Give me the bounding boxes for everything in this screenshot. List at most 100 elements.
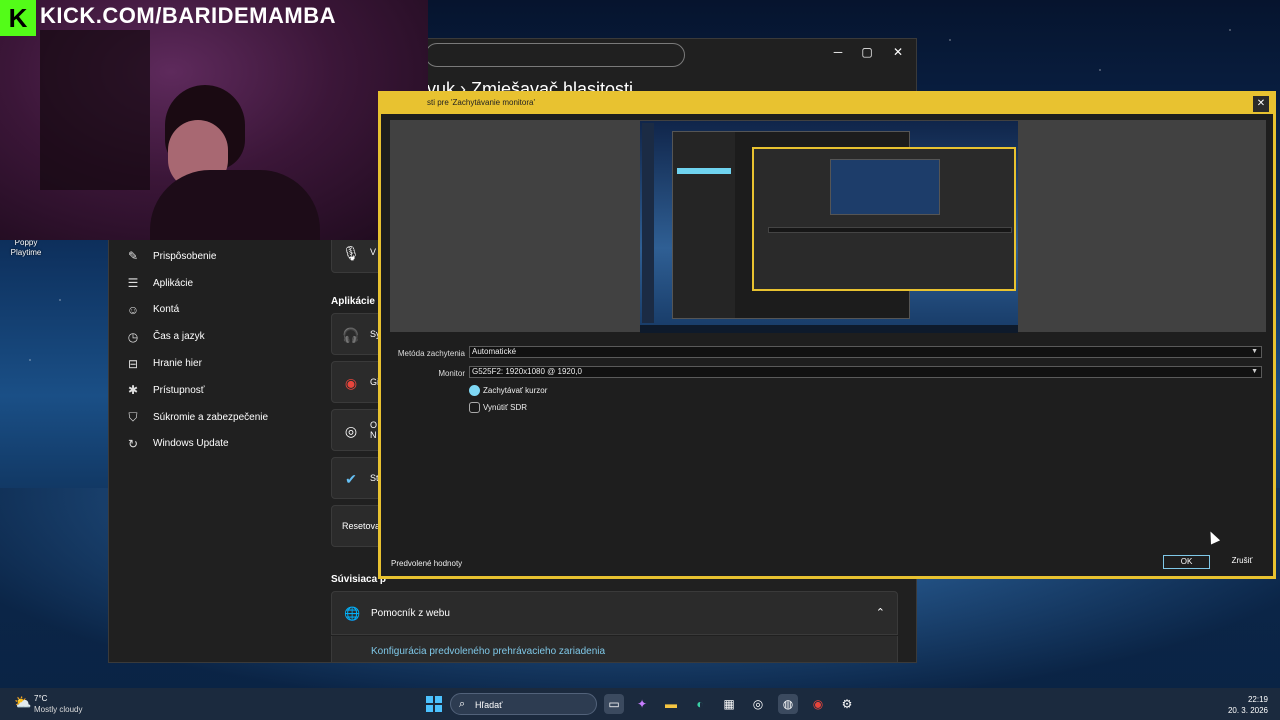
monitor-select[interactable]: G525F2: 1920x1080 @ 1920,0 ▼ <box>469 366 1262 378</box>
dialog-title-bar: sti pre 'Zachytávanie monitora' ✕ <box>381 94 1273 114</box>
globe-icon: 🌐 <box>344 606 361 621</box>
headphones-icon: 🎧 <box>342 327 360 343</box>
reset-card[interactable]: Resetova <box>331 505 383 547</box>
system-clock[interactable]: 22:19 20. 3. 2026 <box>1228 694 1268 716</box>
weather-temperature: 7°C <box>34 694 48 703</box>
kick-logo: K <box>0 0 36 36</box>
cancel-button[interactable]: Zrušiť <box>1227 555 1257 569</box>
webcam-overlay: K KICK.COM/BARIDEMAMBA <box>0 0 428 240</box>
weather-description: Mostly cloudy <box>34 705 83 714</box>
nav-label: Súkromie a zabezpečenie <box>153 411 269 423</box>
microphone-icon: 🎙 <box>342 245 360 261</box>
defaults-button[interactable]: Predvolené hodnoty <box>391 559 462 568</box>
clock-date: 20. 3. 2026 <box>1227 706 1268 715</box>
active-app-icon[interactable]: ◍ <box>778 694 798 714</box>
nav-label: Aplikácie <box>153 277 194 289</box>
nav-item-gaming[interactable]: ⊟ Hranie hier <box>125 350 325 377</box>
nav-item-time-language[interactable]: ◷ Čas a jazyk <box>125 323 325 350</box>
input-card-text: V <box>370 247 377 257</box>
obs-icon: ◎ <box>344 423 358 439</box>
settings-nav: ✎ Prispôsobenie ☰ Aplikácie ☺ Kontá ◷ Čas a … <box>125 243 325 457</box>
weather-icon[interactable]: ⛅ <box>14 693 32 711</box>
chevron-up-icon: ⌃ <box>875 607 885 619</box>
person-icon: ☺ <box>126 302 140 317</box>
monitor-value: G525F2: 1920x1080 @ 1920,0 <box>472 367 582 376</box>
checkbox-checked-icon <box>469 385 480 396</box>
preview-nested-capture <box>830 159 940 215</box>
file-explorer-icon[interactable]: ▬ <box>661 694 681 714</box>
windows-logo-icon <box>426 696 433 703</box>
dialog-close-button[interactable]: ✕ <box>1253 96 1269 112</box>
nav-item-personalization[interactable]: ✎ Prispôsobenie <box>125 243 325 270</box>
windows-logo-pane <box>435 705 442 712</box>
capture-method-label: Metóda zachytenia <box>397 349 465 358</box>
obs-properties-dialog: sti pre 'Zachytávanie monitora' ✕ Metóda… <box>378 91 1276 579</box>
app-card-chrome[interactable]: ◉ Gi <box>331 361 383 403</box>
pencil-icon: ✎ <box>127 249 139 264</box>
default-playback-config-link[interactable]: Konfigurácia predvoleného prehrávacieho … <box>371 646 605 657</box>
preview-selected-item <box>677 168 731 174</box>
nav-label: Prispôsobenie <box>153 250 217 262</box>
nav-label: Prístupnosť <box>153 384 205 396</box>
update-icon: ↻ <box>127 436 139 451</box>
minimize-button[interactable]: ─ <box>823 42 853 62</box>
start-button[interactable] <box>426 696 442 712</box>
ok-button[interactable]: OK <box>1163 555 1210 569</box>
settings-search-box[interactable] <box>425 43 685 67</box>
copilot-icon[interactable]: ✦ <box>632 694 652 714</box>
shield-icon: ⛉ <box>128 410 138 425</box>
reset-card-text: Resetova <box>342 521 381 531</box>
app-card-obs[interactable]: ◎ O N <box>331 409 383 451</box>
chrome-icon: ◉ <box>344 375 358 391</box>
nav-item-privacy-security[interactable]: ⛉ Súkromie a zabezpečenie <box>125 404 325 431</box>
gamepad-icon: ⊟ <box>127 356 139 371</box>
checkbox-unchecked-icon <box>469 402 480 413</box>
preview-side-strip <box>642 123 654 323</box>
web-help-link-row: Konfigurácia predvoleného prehrávacieho … <box>331 636 898 663</box>
windows-logo-pane <box>426 705 433 712</box>
force-sdr-label: Vynútiť SDR <box>483 403 528 412</box>
chrome-taskbar-icon[interactable]: ◉ <box>808 694 828 714</box>
store-icon[interactable]: ▦ <box>719 694 739 714</box>
steam-icon: ✔ <box>345 471 357 487</box>
apps-section-title: Aplikácie <box>331 296 375 307</box>
web-help-expander[interactable]: 🌐 Pomocník z webu ⌃ <box>331 591 898 635</box>
taskbar: ⛅ 7°C Mostly cloudy ⌕ Hľadať ▭ ✦ ▬ ◐ ▦ ◎… <box>0 688 1280 720</box>
preview-obs-dialog <box>752 147 1016 291</box>
maximize-button[interactable]: ▢ <box>852 42 882 62</box>
close-button[interactable]: ✕ <box>883 42 913 62</box>
obs-taskbar-icon[interactable]: ◎ <box>748 694 768 714</box>
preview-taskbar <box>640 325 1018 333</box>
edge-icon[interactable]: ◐ <box>690 694 710 714</box>
nav-item-accounts[interactable]: ☺ Kontá <box>125 297 325 324</box>
web-help-label: Pomocník z webu <box>371 608 450 619</box>
app-card-steam[interactable]: ✔ St <box>331 457 383 499</box>
clock-globe-icon: ◷ <box>127 329 139 344</box>
capture-method-value: Automatické <box>472 347 517 356</box>
windows-logo-pane <box>435 696 442 703</box>
monitor-label: Monitor <box>438 369 465 378</box>
nav-label: Hranie hier <box>153 358 202 370</box>
apps-icon: ☰ <box>127 276 139 291</box>
app-card-system-sounds[interactable]: 🎧 Sy <box>331 313 383 355</box>
capture-cursor-checkbox[interactable]: Zachytávať kurzor <box>469 385 547 396</box>
preview-settings-sidebar <box>673 132 735 318</box>
nav-item-windows-update[interactable]: ↻ Windows Update <box>125 431 325 458</box>
capture-method-select[interactable]: Automatické ▼ <box>469 346 1262 358</box>
dialog-title: sti pre 'Zachytávanie monitora' <box>427 98 535 107</box>
capture-cursor-label: Zachytávať kurzor <box>483 386 548 395</box>
clock-time: 22:19 <box>1247 695 1268 704</box>
nav-item-apps[interactable]: ☰ Aplikácie <box>125 270 325 297</box>
settings-gear-icon[interactable]: ⚙ <box>837 694 857 714</box>
desktop-icon-poppy-playtime[interactable]: Poppy Playtime <box>4 238 48 258</box>
mouse-pointer-icon <box>1205 529 1221 545</box>
nav-label: Windows Update <box>153 438 229 450</box>
nav-item-accessibility[interactable]: ✱ Prístupnosť <box>125 377 325 404</box>
taskbar-search-placeholder: Hľadať <box>475 700 503 710</box>
task-view-icon[interactable]: ▭ <box>604 694 624 714</box>
force-sdr-checkbox[interactable]: Vynútiť SDR <box>469 402 527 413</box>
search-icon: ⌕ <box>459 698 466 710</box>
webcam-person-body <box>150 170 320 240</box>
taskbar-search[interactable]: ⌕ Hľadať <box>450 693 597 715</box>
preview-dropdown <box>768 227 1012 233</box>
